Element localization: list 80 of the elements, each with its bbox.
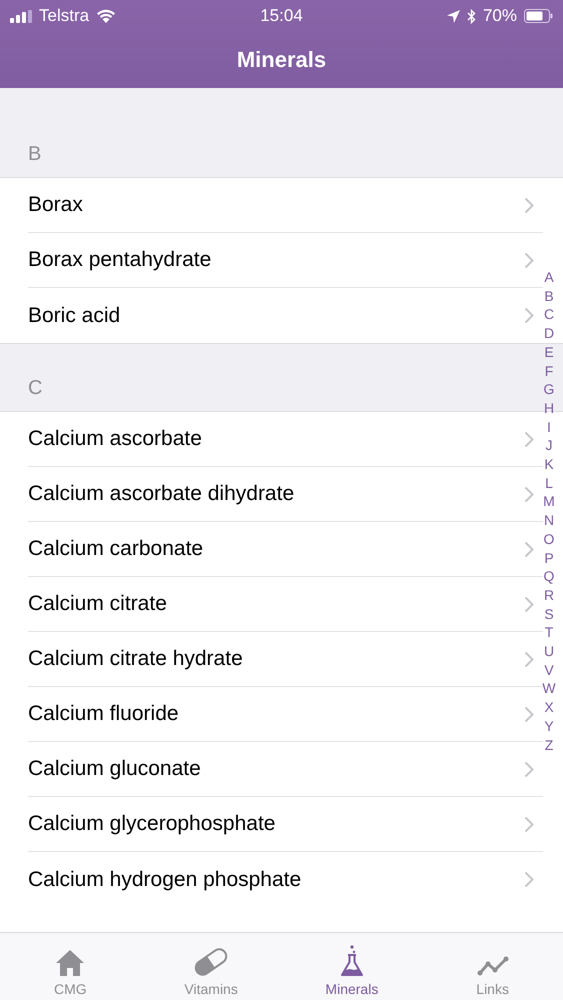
index-letter[interactable]: K <box>544 455 554 474</box>
chevron-icon <box>524 196 534 214</box>
index-letter[interactable]: T <box>544 623 554 642</box>
chevron-icon <box>524 540 534 558</box>
item-name: Calcium fluoride <box>28 702 179 726</box>
item-name: Calcium glycerophosphate <box>28 812 276 836</box>
list-item[interactable]: Calcium hydrogen phosphate <box>28 852 543 907</box>
item-name: Calcium ascorbate dihydrate <box>28 482 294 506</box>
index-letter[interactable]: G <box>544 380 554 399</box>
chevron-icon <box>524 307 534 324</box>
screen-title: Minerals <box>236 47 326 73</box>
chevron-icon <box>524 706 534 722</box>
index-letter[interactable]: B <box>544 286 554 306</box>
item-name: Calcium ascorbate <box>28 427 202 451</box>
list-item[interactable]: Calcium citrate hydrate <box>28 632 543 687</box>
list-item[interactable]: Calcium ascorbate dihydrate <box>28 467 543 522</box>
item-name: Calcium carbonate <box>28 537 204 561</box>
index-letter[interactable]: F <box>544 362 554 380</box>
index-letter[interactable]: P <box>544 548 554 568</box>
index-letter[interactable]: N <box>544 511 554 530</box>
home-icon <box>55 949 86 977</box>
list-item[interactable]: Calcium gluconate <box>28 742 543 797</box>
tab-item[interactable]: Minerals <box>282 933 422 1000</box>
bluetooth-icon <box>466 8 476 24</box>
chevron-icon <box>524 816 534 832</box>
status-time: 15:04 <box>260 6 303 26</box>
item-name: Borax pentahydrate <box>28 248 212 272</box>
battery-icon <box>524 9 553 23</box>
index-letter[interactable]: I <box>547 418 551 436</box>
index-letter[interactable]: U <box>544 642 554 661</box>
chevron-icon <box>524 760 534 778</box>
chevron-icon <box>524 486 534 502</box>
flask-icon <box>340 945 364 977</box>
tab-item[interactable]: Links <box>422 933 563 1000</box>
item-name: Calcium citrate hydrate <box>28 647 243 671</box>
index-letter[interactable]: M <box>543 492 555 512</box>
index-letter[interactable]: J <box>546 436 552 456</box>
index-letter[interactable]: A <box>544 268 554 287</box>
index-letter[interactable]: Y <box>544 716 554 736</box>
index-letter[interactable]: W <box>542 679 556 698</box>
index-letter[interactable]: D <box>544 324 554 343</box>
battery-percent: 70% <box>482 6 517 26</box>
list-item[interactable]: Calcium citrate <box>28 577 543 632</box>
item-name: Boric acid <box>28 304 120 328</box>
chevron-icon <box>524 252 534 268</box>
item-name: Calcium gluconate <box>28 757 201 781</box>
tab-item[interactable]: Vitamins <box>140 933 282 1000</box>
carrier-name: Telstra <box>39 6 90 26</box>
wifi-icon <box>96 9 116 23</box>
index-letter[interactable]: L <box>545 474 553 492</box>
chevron-icon <box>524 871 534 888</box>
item-name: Borax <box>28 193 83 217</box>
index-letter[interactable]: R <box>544 586 554 605</box>
index-letter[interactable]: S <box>544 604 554 624</box>
section-letter: B <box>28 143 42 166</box>
index-letter[interactable]: E <box>544 342 554 362</box>
signal-icon <box>10 10 32 22</box>
index-letter[interactable]: Z <box>544 736 554 754</box>
index-letter[interactable]: V <box>544 660 554 680</box>
chevron-icon <box>524 650 534 668</box>
index-letter[interactable]: O <box>544 530 554 549</box>
section-letter: C <box>28 377 42 400</box>
list-item[interactable]: Calcium fluoride <box>28 687 543 742</box>
index-letter[interactable]: H <box>544 398 554 418</box>
index-letter[interactable]: C <box>544 305 554 324</box>
list-item[interactable]: Calcium carbonate <box>28 522 543 577</box>
chevron-icon <box>524 430 534 448</box>
index-letter[interactable]: X <box>544 698 554 717</box>
list-item[interactable]: Boric acid <box>28 288 543 343</box>
index-letter[interactable]: Q <box>544 567 554 586</box>
list-item[interactable]: Borax pentahydrate <box>28 233 543 288</box>
tab-item[interactable]: CMG <box>0 933 141 1000</box>
item-name: Calcium hydrogen phosphate <box>28 868 302 892</box>
list-item[interactable]: Calcium ascorbate <box>28 412 543 467</box>
item-name: Calcium citrate <box>28 592 167 616</box>
line-chart-icon <box>476 955 509 977</box>
location-icon <box>446 10 460 22</box>
list-item[interactable]: Calcium glycerophosphate <box>28 797 543 852</box>
chevron-icon <box>524 596 534 612</box>
list-item[interactable]: Borax <box>28 178 543 233</box>
